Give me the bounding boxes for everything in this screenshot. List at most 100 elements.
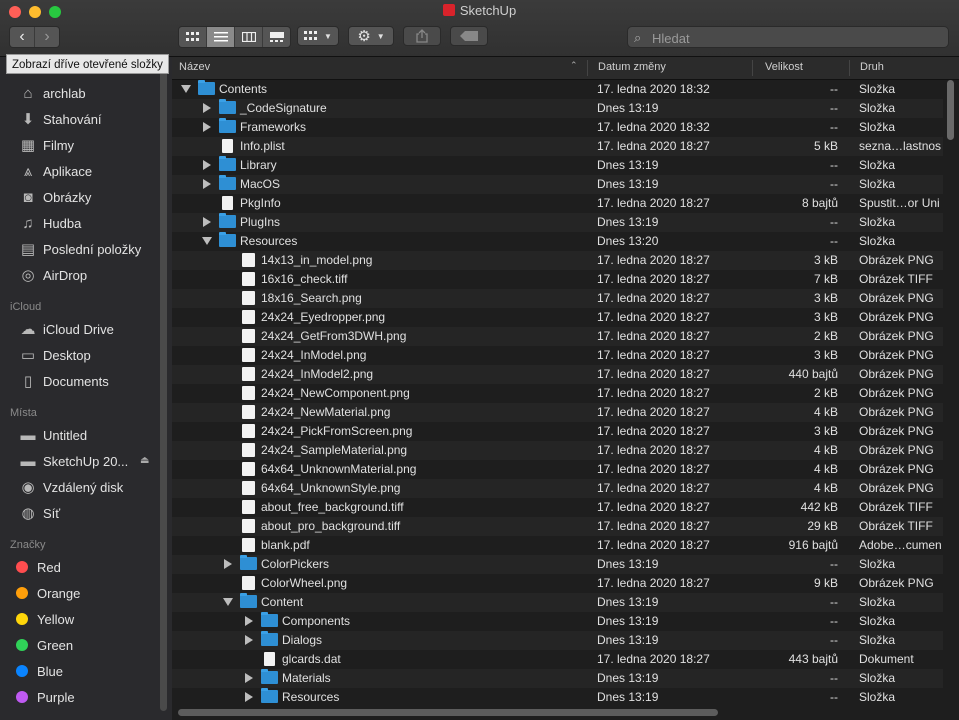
disclosure-triangle-icon[interactable] xyxy=(224,559,232,569)
sidebar-item-aplikace[interactable]: ⩓ Aplikace xyxy=(18,159,92,183)
vertical-scrollbar[interactable] xyxy=(947,80,954,140)
sidebar-item-documents[interactable]: ▯ Documents xyxy=(18,369,109,393)
file-row[interactable]: 24x24_InModel.png 17. ledna 2020 18:27 3 k… xyxy=(172,346,943,365)
file-row[interactable]: Resources Dnes 13:20 -- Složka xyxy=(172,232,943,251)
sidebar-tag-purple[interactable]: Purple xyxy=(12,685,75,709)
file-row[interactable]: 18x16_Search.png 17. ledna 2020 18:27 3 kB… xyxy=(172,289,943,308)
horizontal-scrollbar[interactable] xyxy=(178,709,718,716)
folder-icon xyxy=(240,593,257,608)
disclosure-triangle-icon[interactable] xyxy=(245,616,253,626)
disclosure-triangle-icon[interactable] xyxy=(181,85,191,93)
folder-icon xyxy=(240,555,257,570)
file-row[interactable]: ColorWheel.png 17. ledna 2020 18:27 9 kB Ob… xyxy=(172,574,943,593)
file-row[interactable]: 24x24_SampleMaterial.png 17. ledna 2020 1… xyxy=(172,441,943,460)
file-row[interactable]: 24x24_NewMaterial.png 17. ledna 2020 18:2… xyxy=(172,403,943,422)
file-row[interactable]: blank.pdf 17. ledna 2020 18:27 916 bajtů Ad… xyxy=(172,536,943,555)
file-row[interactable]: Frameworks 17. ledna 2020 18:32 -- Složka xyxy=(172,118,943,137)
file-row[interactable]: Contents 17. ledna 2020 18:32 -- Složka xyxy=(172,80,943,99)
disclosure-triangle-icon[interactable] xyxy=(203,217,211,227)
sidebar-item-hudba[interactable]: ♫ Hudba xyxy=(18,211,81,235)
sidebar-item-airdrop[interactable]: ◎ AirDrop xyxy=(18,263,87,287)
column-size-header[interactable]: Velikost xyxy=(765,61,803,73)
file-date: 17. ledna 2020 18:27 xyxy=(597,405,710,419)
file-row[interactable]: 24x24_NewComponent.png 17. ledna 2020 18:… xyxy=(172,384,943,403)
sidebar-item-icloud-drive[interactable]: ☁ iCloud Drive xyxy=(18,317,114,341)
column-date-header[interactable]: Datum změny xyxy=(598,61,666,73)
file-size: 2 kB xyxy=(813,386,838,400)
sidebar-item-obrazky[interactable]: ◙ Obrázky xyxy=(18,185,91,209)
sidebar-tag-green[interactable]: Green xyxy=(12,633,73,657)
sidebar-item-label: SketchUp 20... xyxy=(43,453,129,469)
group-by-button[interactable]: ▼ xyxy=(297,26,339,46)
file-row[interactable]: Components Dnes 13:19 -- Složka xyxy=(172,612,943,631)
file-row[interactable]: glcards.dat 17. ledna 2020 18:27 443 bajtů… xyxy=(172,650,943,669)
forward-button[interactable]: › xyxy=(35,27,59,47)
share-button[interactable] xyxy=(403,26,441,46)
sidebar-item-posledni[interactable]: ▤ Poslední položky xyxy=(18,237,141,261)
tags-button[interactable] xyxy=(450,26,488,46)
file-row[interactable]: Content Dnes 13:19 -- Složka xyxy=(172,593,943,612)
file-row[interactable]: about_pro_background.tiff 17. ledna 2020 … xyxy=(172,517,943,536)
disclosure-triangle-icon[interactable] xyxy=(245,635,253,645)
sidebar-tag-red[interactable]: Red xyxy=(12,555,61,579)
file-row[interactable]: 24x24_PickFromScreen.png 17. ledna 2020 1… xyxy=(172,422,943,441)
search-field[interactable]: ⌕ xyxy=(627,26,949,48)
sidebar-item-label: Aplikace xyxy=(43,163,93,179)
sidebar-item-archlab[interactable]: ⌂ archlab xyxy=(18,81,85,105)
file-name: ColorPickers xyxy=(261,557,330,571)
disclosure-triangle-icon[interactable] xyxy=(203,179,211,189)
file-row[interactable]: MacOS Dnes 13:19 -- Složka xyxy=(172,175,943,194)
sidebar-item-label: Red xyxy=(37,559,61,575)
file-row[interactable]: 64x64_UnknownMaterial.png 17. ledna 2020 … xyxy=(172,460,943,479)
disclosure-triangle-icon[interactable] xyxy=(245,673,253,683)
sidebar-tag-yellow[interactable]: Yellow xyxy=(12,607,74,631)
column-name-header[interactable]: Název xyxy=(179,61,210,73)
file-row[interactable]: Info.plist 17. ledna 2020 18:27 5 kB sezna…… xyxy=(172,137,943,156)
disclosure-triangle-icon[interactable] xyxy=(245,692,253,702)
disclosure-triangle-icon[interactable] xyxy=(203,160,211,170)
file-row[interactable]: 14x13_in_model.png 17. ledna 2020 18:27 3 … xyxy=(172,251,943,270)
disclosure-triangle-icon[interactable] xyxy=(202,237,212,245)
column-view-button[interactable] xyxy=(235,27,263,47)
file-row[interactable]: Materials Dnes 13:19 -- Složka xyxy=(172,669,943,688)
file-row[interactable]: _CodeSignature Dnes 13:19 -- Složka xyxy=(172,99,943,118)
file-row[interactable]: Resources Dnes 13:19 -- Složka xyxy=(172,688,943,707)
disclosure-triangle-icon[interactable] xyxy=(203,122,211,132)
file-row[interactable]: 64x64_UnknownStyle.png 17. ledna 2020 18:… xyxy=(172,479,943,498)
file-size: 3 kB xyxy=(813,424,838,438)
sidebar-item-desktop[interactable]: ▭ Desktop xyxy=(18,343,91,367)
file-row[interactable]: 16x16_check.tiff 17. ledna 2020 18:27 7 kB… xyxy=(172,270,943,289)
sidebar-item-sketchup-volume[interactable]: ▬ SketchUp 20... xyxy=(18,449,129,473)
action-menu-button[interactable]: ⚙ ▼ xyxy=(348,26,394,46)
sidebar-item-remote-disk[interactable]: ◉ Vzdálený disk xyxy=(18,475,123,499)
disclosure-triangle-icon[interactable] xyxy=(203,103,211,113)
file-row[interactable]: PlugIns Dnes 13:19 -- Složka xyxy=(172,213,943,232)
file-row[interactable]: about_free_background.tiff 17. ledna 2020… xyxy=(172,498,943,517)
file-row[interactable]: 24x24_InModel2.png 17. ledna 2020 18:27 44… xyxy=(172,365,943,384)
sidebar-item-filmy[interactable]: ▦ Filmy xyxy=(18,133,74,157)
sidebar-item-network[interactable]: ◍ Síť xyxy=(18,501,60,525)
file-row[interactable]: 24x24_GetFrom3DWH.png 17. ledna 2020 18:2… xyxy=(172,327,943,346)
sidebar-scrollbar[interactable] xyxy=(160,61,167,711)
sidebar-item-untitled[interactable]: ▬ Untitled xyxy=(18,423,88,447)
file-row[interactable]: Dialogs Dnes 13:19 -- Složka xyxy=(172,631,943,650)
search-input[interactable] xyxy=(650,28,944,48)
file-name: about_pro_background.tiff xyxy=(261,519,401,533)
sidebar-tag-orange[interactable]: Orange xyxy=(12,581,80,605)
camera-icon: ◙ xyxy=(23,188,33,206)
list-view-button[interactable] xyxy=(207,27,235,47)
gallery-view-button[interactable] xyxy=(263,27,290,47)
column-kind-header[interactable]: Druh xyxy=(860,61,884,73)
sidebar-section-places: Místa xyxy=(10,407,37,419)
file-row[interactable]: Library Dnes 13:19 -- Složka xyxy=(172,156,943,175)
eject-icon[interactable]: ⏏ xyxy=(140,455,149,466)
sidebar-item-stahovani[interactable]: ⬇ Stahování xyxy=(18,107,102,131)
file-row[interactable]: ColorPickers Dnes 13:19 -- Složka xyxy=(172,555,943,574)
file-row[interactable]: PkgInfo 17. ledna 2020 18:27 8 bajtů Spusti… xyxy=(172,194,943,213)
sidebar-tag-blue[interactable]: Blue xyxy=(12,659,63,683)
disclosure-triangle-icon[interactable] xyxy=(223,598,233,606)
file-kind: Složka xyxy=(859,557,896,571)
back-button[interactable]: ‹ xyxy=(10,27,35,47)
file-row[interactable]: 24x24_Eyedropper.png 17. ledna 2020 18:27… xyxy=(172,308,943,327)
icon-view-button[interactable] xyxy=(179,27,207,47)
